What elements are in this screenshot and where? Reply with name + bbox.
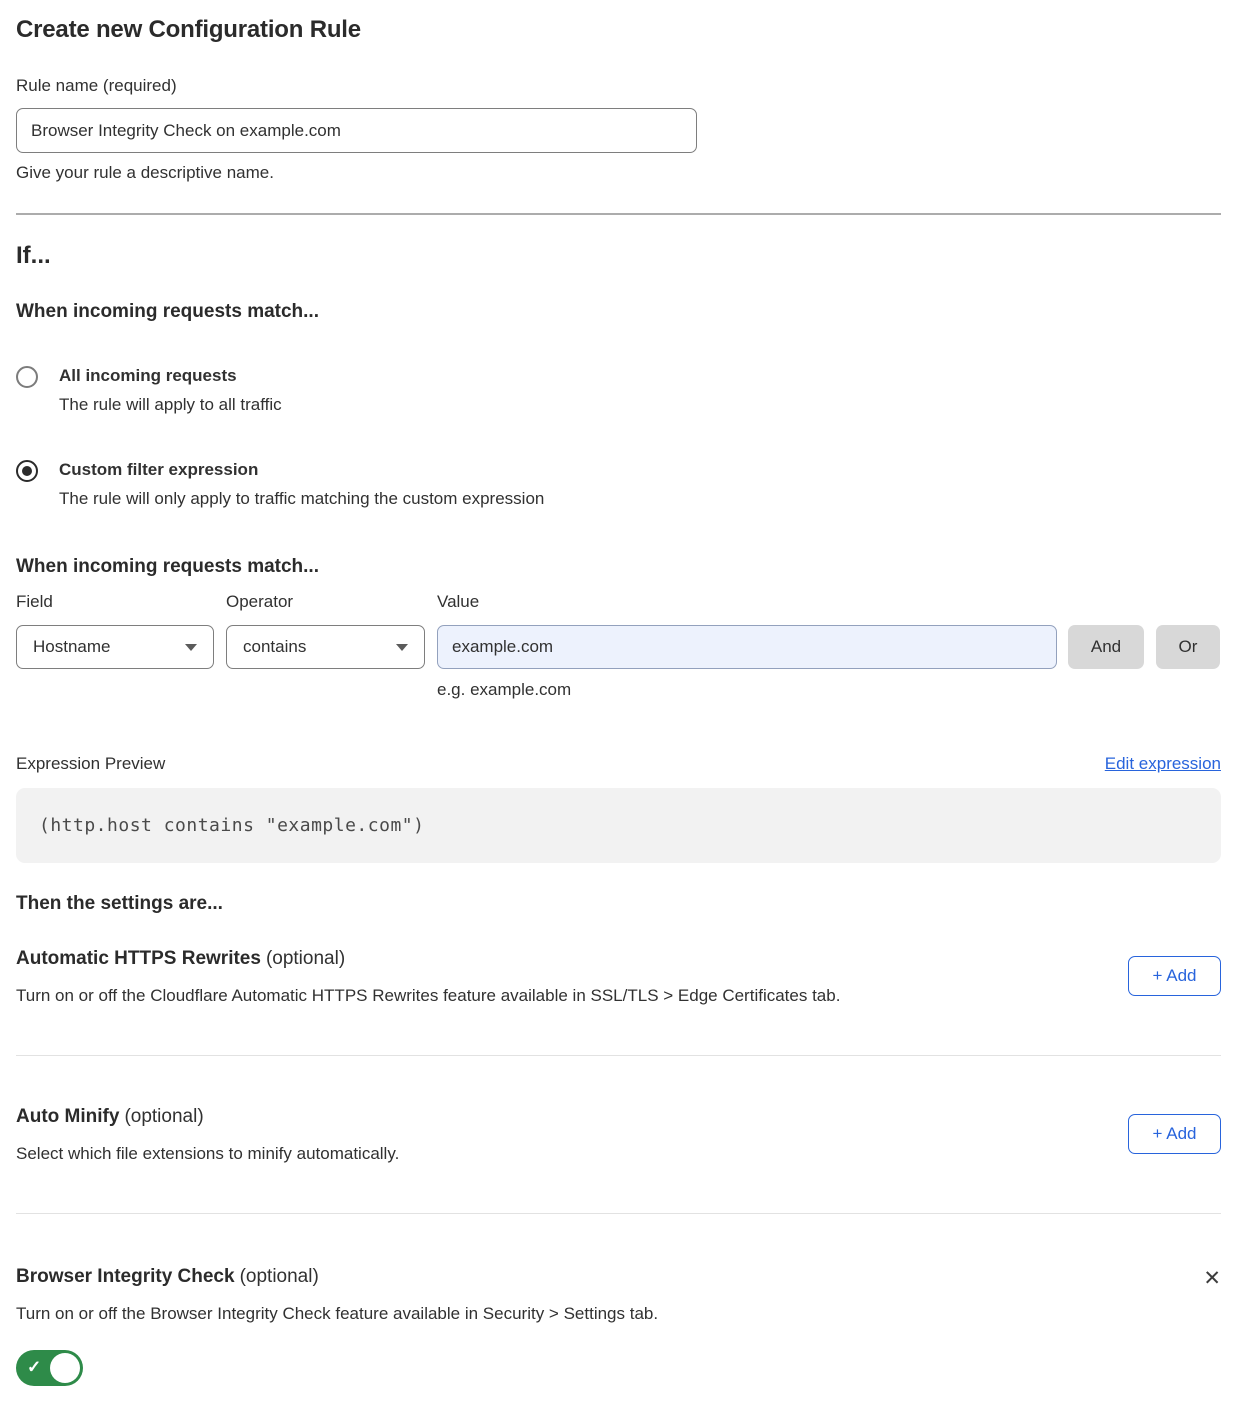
add-button[interactable]: + Add <box>1128 1114 1221 1154</box>
expression-builder-heading: When incoming requests match... <box>16 556 1221 578</box>
page-title: Create new Configuration Rule <box>16 16 1221 44</box>
setting-title: Auto Minify(optional) <box>16 1106 1104 1128</box>
expression-preview-box: (http.host contains "example.com") <box>16 788 1221 863</box>
field-select[interactable]: Hostname <box>16 625 214 669</box>
setting-title: Browser Integrity Check(optional) <box>16 1266 1179 1288</box>
value-label: Value <box>437 592 1057 612</box>
then-settings-heading: Then the settings are... <box>16 893 1221 915</box>
radio-label[interactable]: Custom filter expression <box>59 459 544 481</box>
create-configuration-rule-page: Create new Configuration Rule Rule name … <box>0 16 1237 1404</box>
setting-automatic-https-rewrites: Automatic HTTPS Rewrites(optional) Turn … <box>16 948 1221 1007</box>
close-icon[interactable]: ✕ <box>1203 1268 1221 1289</box>
value-input[interactable] <box>437 625 1057 669</box>
if-heading: If... <box>16 242 1221 270</box>
field-select-value: Hostname <box>33 637 110 657</box>
radio-option-custom-filter[interactable]: Custom filter expression The rule will o… <box>16 459 1221 510</box>
or-button[interactable]: Or <box>1156 625 1220 669</box>
section-divider <box>16 213 1221 215</box>
radio-button-unselected[interactable] <box>16 366 38 388</box>
add-button[interactable]: + Add <box>1128 956 1221 996</box>
operator-label: Operator <box>226 592 425 612</box>
optional-tag: (optional) <box>240 1266 319 1287</box>
setting-description: Turn on or off the Browser Integrity Che… <box>16 1303 1179 1325</box>
optional-tag: (optional) <box>124 1106 203 1127</box>
chevron-down-icon <box>185 644 197 651</box>
section-divider <box>16 1213 1221 1214</box>
field-label: Field <box>16 592 214 612</box>
optional-tag: (optional) <box>266 948 345 969</box>
radio-label[interactable]: All incoming requests <box>59 365 282 387</box>
setting-browser-integrity-check: Browser Integrity Check(optional) Turn o… <box>16 1266 1221 1386</box>
operator-select[interactable]: contains <box>226 625 425 669</box>
setting-auto-minify: Auto Minify(optional) Select which file … <box>16 1106 1221 1165</box>
edit-expression-link[interactable]: Edit expression <box>1105 754 1221 774</box>
expression-builder-row: Field Hostname Operator contains Value e… <box>16 592 1221 700</box>
setting-description: Turn on or off the Cloudflare Automatic … <box>16 985 1104 1007</box>
browser-integrity-check-toggle[interactable]: ✓ <box>16 1350 83 1386</box>
section-divider <box>16 1055 1221 1056</box>
toggle-knob <box>50 1353 80 1383</box>
radio-option-all-incoming[interactable]: All incoming requests The rule will appl… <box>16 365 1221 416</box>
operator-select-value: contains <box>243 637 306 657</box>
setting-description: Select which file extensions to minify a… <box>16 1143 1104 1165</box>
setting-title: Automatic HTTPS Rewrites(optional) <box>16 948 1104 970</box>
radio-button-selected[interactable] <box>16 460 38 482</box>
chevron-down-icon <box>396 644 408 651</box>
match-heading: When incoming requests match... <box>16 301 1221 323</box>
check-icon: ✓ <box>27 1358 41 1378</box>
rule-name-input[interactable] <box>16 108 697 153</box>
radio-description: The rule will apply to all traffic <box>59 394 282 416</box>
expression-preview-label: Expression Preview <box>16 754 165 774</box>
radio-description: The rule will only apply to traffic matc… <box>59 488 544 510</box>
rule-name-helper: Give your rule a descriptive name. <box>16 163 1221 183</box>
value-hint: e.g. example.com <box>437 680 1057 700</box>
and-button[interactable]: And <box>1068 625 1144 669</box>
rule-name-label: Rule name (required) <box>16 76 1221 96</box>
